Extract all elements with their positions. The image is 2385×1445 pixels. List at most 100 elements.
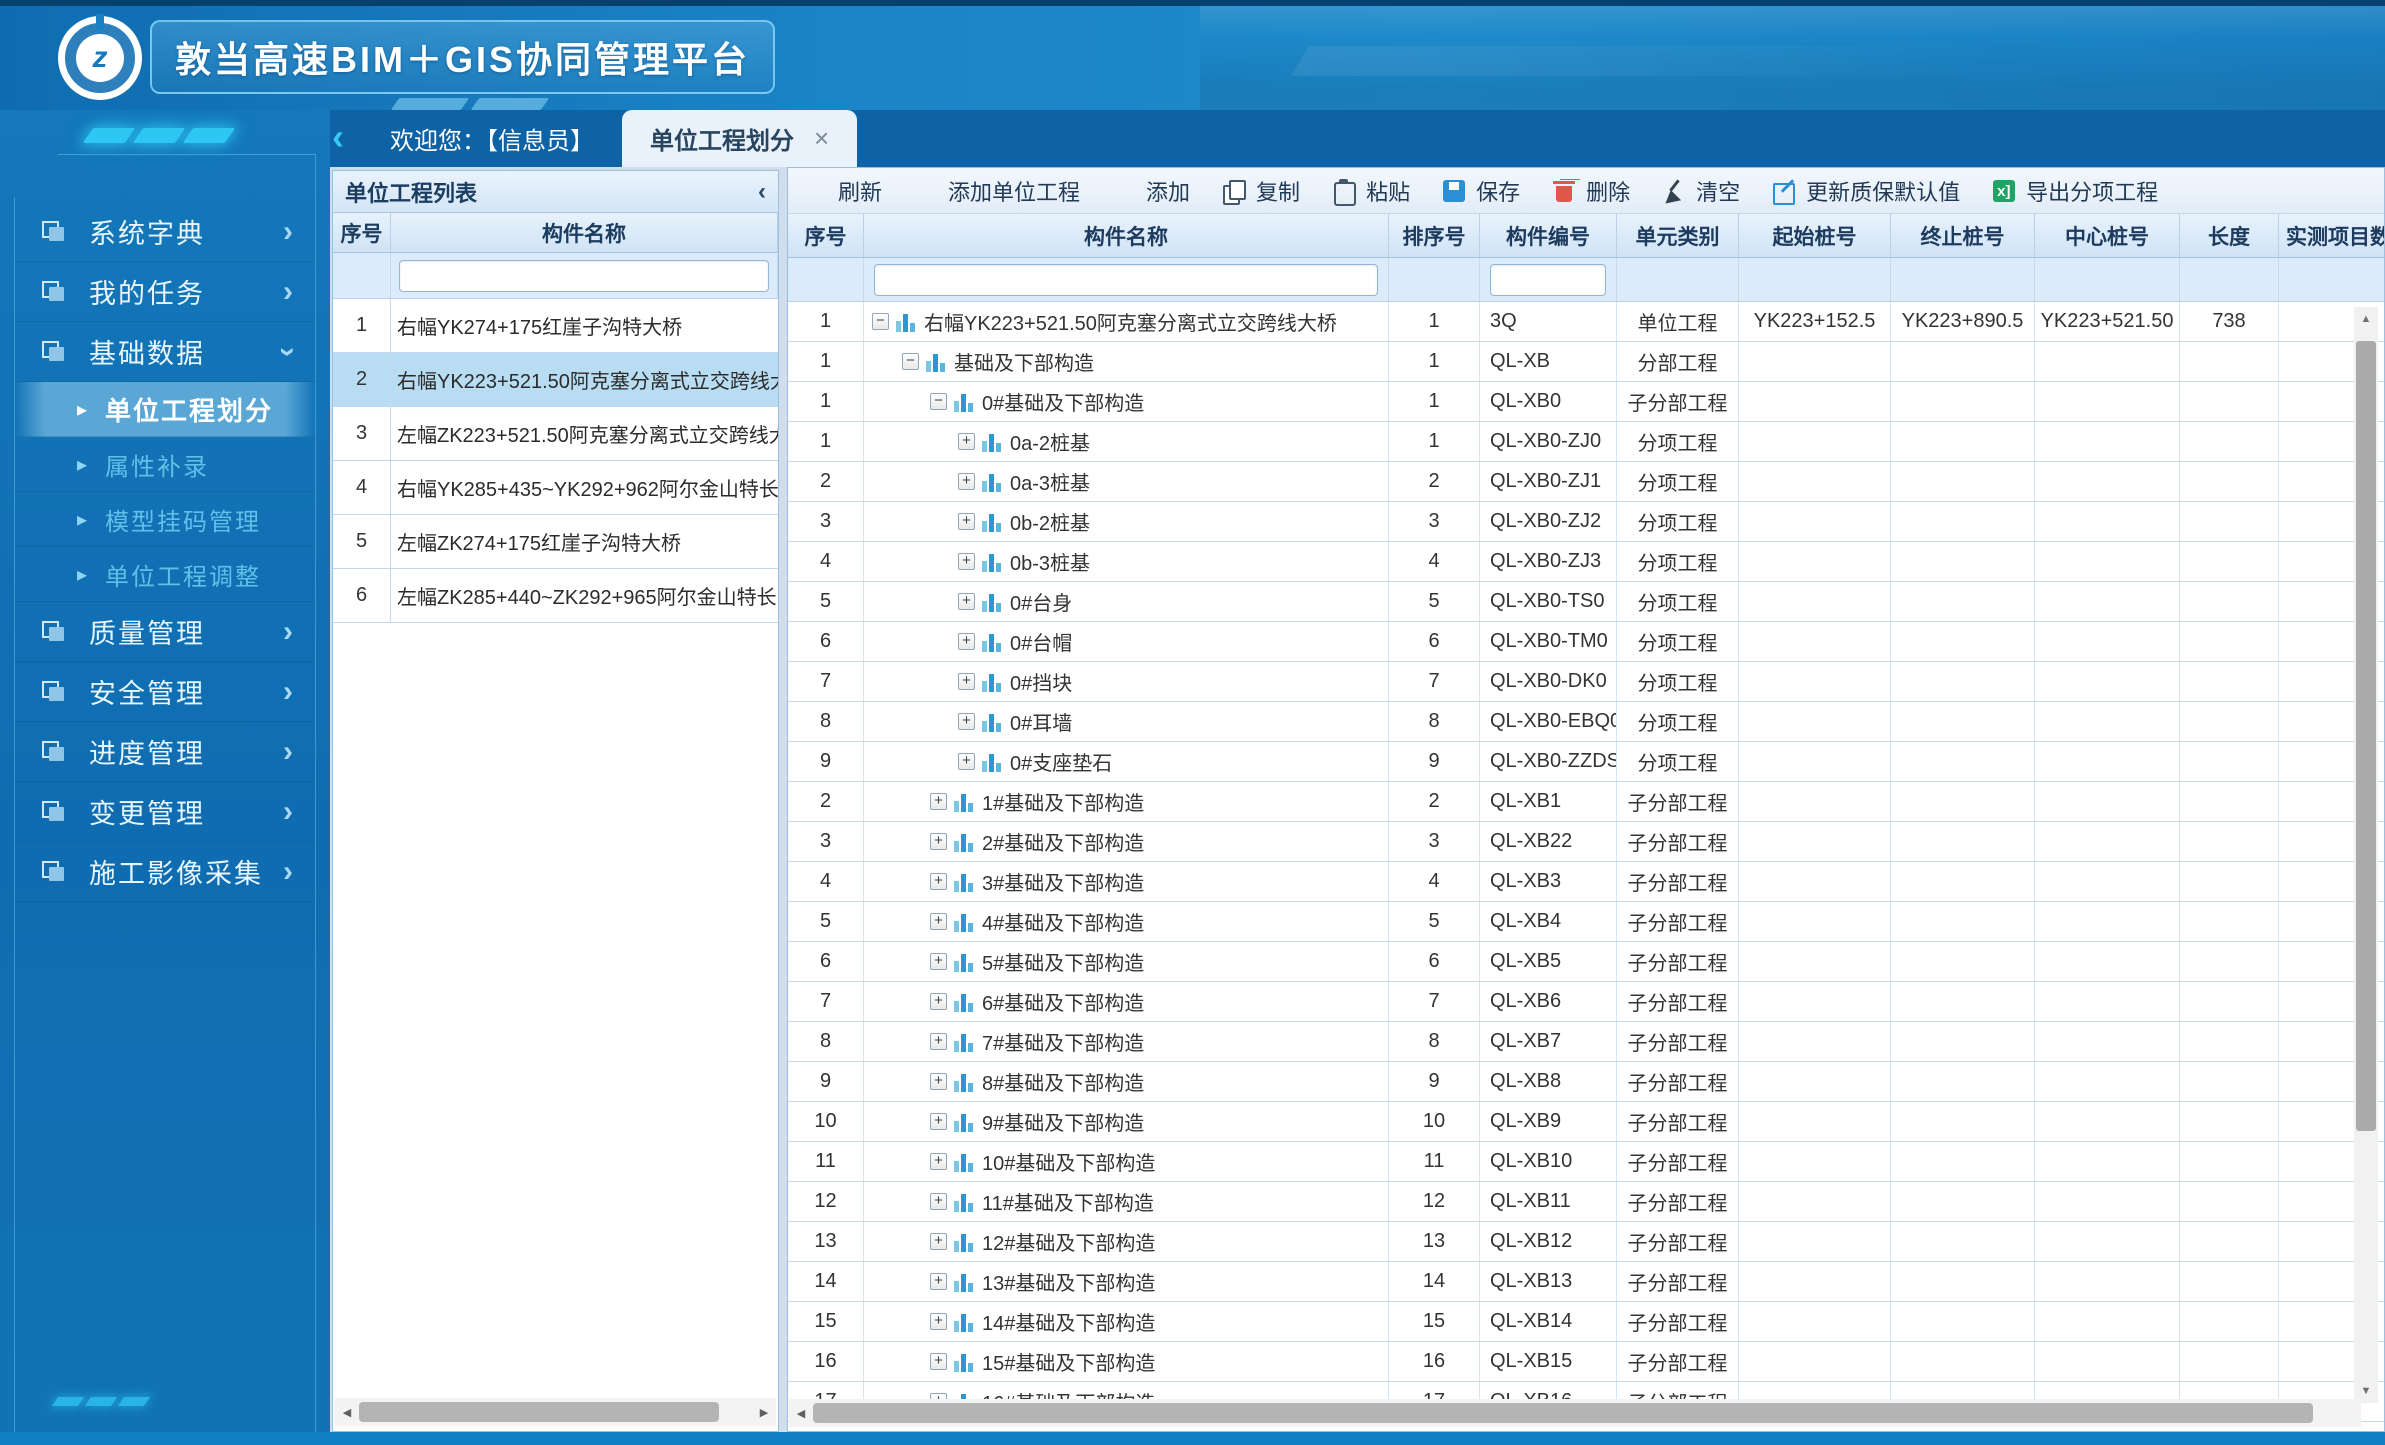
expand-toggle-icon[interactable] <box>958 753 975 770</box>
table-row[interactable]: 14 13#基础及下部构造 14 QL-XB13 子分部工程 <box>788 1262 2384 1302</box>
expand-toggle-icon[interactable] <box>958 553 975 570</box>
table-row[interactable]: 11 10#基础及下部构造 11 QL-XB10 子分部工程 <box>788 1142 2384 1182</box>
table-horizontal-scrollbar[interactable]: ◀ <box>789 1399 2361 1427</box>
expand-toggle-icon[interactable] <box>958 473 975 490</box>
tab[interactable]: 欢迎您：【信息员】 × <box>362 110 622 167</box>
tab[interactable]: 单位工程划分 × <box>622 110 857 167</box>
unit-project-row[interactable]: 6 左幅ZK285+440~ZK292+965阿尔金山特长隧道 <box>333 569 778 623</box>
unit-project-row[interactable]: 5 左幅ZK274+175红崖子沟特大桥 <box>333 515 778 569</box>
expand-toggle-icon[interactable] <box>958 633 975 650</box>
table-row[interactable]: 6 5#基础及下部构造 6 QL-XB5 子分部工程 <box>788 942 2384 982</box>
sidebar-item[interactable]: ▸ 施工影像采集 › <box>15 842 315 902</box>
component-name-filter-input[interactable] <box>874 264 1378 296</box>
sidebar-item[interactable]: ▸ 模型挂码管理 › <box>15 492 315 547</box>
toolbar-button[interactable]: 删除 <box>1550 175 1630 207</box>
table-row[interactable]: 1 0a-2桩基 1 QL-XB0-ZJ0 分项工程 <box>788 422 2384 462</box>
expand-toggle-icon[interactable] <box>930 1033 947 1050</box>
expand-toggle-icon[interactable] <box>930 1073 947 1090</box>
expand-toggle-icon[interactable] <box>930 953 947 970</box>
unit-project-row[interactable]: 1 右幅YK274+175红崖子沟特大桥 <box>333 299 778 353</box>
sidebar-item[interactable]: ▸ 单位工程划分 › <box>15 382 315 437</box>
table-row[interactable]: 7 6#基础及下部构造 7 QL-XB6 子分部工程 <box>788 982 2384 1022</box>
table-row[interactable]: 2 1#基础及下部构造 2 QL-XB1 子分部工程 <box>788 782 2384 822</box>
table-row[interactable]: 5 0#台身 5 QL-XB0-TS0 分项工程 <box>788 582 2384 622</box>
scroll-left-icon[interactable]: ◀ <box>335 1398 359 1426</box>
toolbar-button[interactable]: 保存 <box>1440 175 1520 207</box>
scrollbar-thumb[interactable] <box>813 1403 2313 1423</box>
tab-close-icon[interactable]: × <box>814 123 829 154</box>
toolbar-button[interactable]: 更新质保默认值 <box>1770 175 1960 207</box>
sidebar-item[interactable]: ▸ 单位工程调整 › <box>15 547 315 602</box>
sidebar-item[interactable]: ▸ 安全管理 › <box>15 662 315 722</box>
scrollbar-thumb[interactable] <box>2356 341 2376 1131</box>
table-row[interactable]: 5 4#基础及下部构造 5 QL-XB4 子分部工程 <box>788 902 2384 942</box>
sidebar-item[interactable]: ▸ 质量管理 › <box>15 602 315 662</box>
table-row[interactable]: 15 14#基础及下部构造 15 QL-XB14 子分部工程 <box>788 1302 2384 1342</box>
toolbar-button[interactable]: 添加单位工程 <box>912 175 1080 207</box>
toolbar-button[interactable]: 导出分项工程 <box>1990 175 2158 207</box>
expand-toggle-icon[interactable] <box>930 993 947 1010</box>
table-row[interactable]: 3 2#基础及下部构造 3 QL-XB22 子分部工程 <box>788 822 2384 862</box>
sidebar-item[interactable]: ▸ 属性补录 › <box>15 437 315 492</box>
unit-project-row[interactable]: 3 左幅ZK223+521.50阿克塞分离式立交跨线大桥 <box>333 407 778 461</box>
sidebar-item[interactable]: ▸ 系统字典 › <box>15 202 315 262</box>
unit-project-row[interactable]: 4 右幅YK285+435~YK292+962阿尔金山特长隧道 <box>333 461 778 515</box>
expand-toggle-icon[interactable] <box>930 1273 947 1290</box>
panel-collapse-icon[interactable]: ‹ <box>758 180 766 204</box>
expand-toggle-icon[interactable] <box>930 833 947 850</box>
expand-toggle-icon[interactable] <box>958 673 975 690</box>
expand-toggle-icon[interactable] <box>930 873 947 890</box>
table-row[interactable]: 7 0#挡块 7 QL-XB0-DK0 分项工程 <box>788 662 2384 702</box>
table-row[interactable]: 1 0#基础及下部构造 1 QL-XB0 子分部工程 <box>788 382 2384 422</box>
scroll-right-icon[interactable]: ▶ <box>752 1398 776 1426</box>
scrollbar-thumb[interactable] <box>359 1402 719 1422</box>
sidebar-item[interactable]: ▸ 基础数据 › <box>15 322 315 382</box>
sidebar-item[interactable]: ▸ 变更管理 › <box>15 782 315 842</box>
table-row[interactable]: 10 9#基础及下部构造 10 QL-XB9 子分部工程 <box>788 1102 2384 1142</box>
expand-toggle-icon[interactable] <box>872 313 889 330</box>
toolbar-button[interactable]: 添加 <box>1110 175 1190 207</box>
table-row[interactable]: 8 0#耳墙 8 QL-XB0-EBQ0 分项工程 <box>788 702 2384 742</box>
table-row[interactable]: 16 15#基础及下部构造 16 QL-XB15 子分部工程 <box>788 1342 2384 1382</box>
scroll-up-icon[interactable]: ▲ <box>2354 307 2378 331</box>
expand-toggle-icon[interactable] <box>930 793 947 810</box>
expand-toggle-icon[interactable] <box>930 393 947 410</box>
toolbar-button[interactable]: 清空 <box>1660 175 1740 207</box>
table-row[interactable]: 3 0b-2桩基 3 QL-XB0-ZJ2 分项工程 <box>788 502 2384 542</box>
expand-toggle-icon[interactable] <box>958 593 975 610</box>
toolbar-button[interactable]: 复制 <box>1220 175 1300 207</box>
expand-toggle-icon[interactable] <box>958 433 975 450</box>
expand-toggle-icon[interactable] <box>930 1193 947 1210</box>
table-row[interactable]: 9 0#支座垫石 9 QL-XB0-ZZDS0 分项工程 <box>788 742 2384 782</box>
sidebar-item[interactable]: ▸ 我的任务 › <box>15 262 315 322</box>
tabs-back-chevron-icon[interactable]: ‹ <box>332 119 344 155</box>
table-row[interactable]: 12 11#基础及下部构造 12 QL-XB11 子分部工程 <box>788 1182 2384 1222</box>
table-row[interactable]: 8 7#基础及下部构造 8 QL-XB7 子分部工程 <box>788 1022 2384 1062</box>
table-row[interactable]: 4 3#基础及下部构造 4 QL-XB3 子分部工程 <box>788 862 2384 902</box>
toolbar-button[interactable]: 刷新 <box>802 175 882 207</box>
table-row[interactable]: 2 0a-3桩基 2 QL-XB0-ZJ1 分项工程 <box>788 462 2384 502</box>
expand-toggle-icon[interactable] <box>930 913 947 930</box>
expand-toggle-icon[interactable] <box>930 1353 947 1370</box>
table-row[interactable]: 13 12#基础及下部构造 13 QL-XB12 子分部工程 <box>788 1222 2384 1262</box>
name-filter-input[interactable] <box>399 260 769 292</box>
scroll-left-icon[interactable]: ◀ <box>789 1399 813 1427</box>
left-panel-horizontal-scrollbar[interactable]: ◀ ▶ <box>335 1398 776 1426</box>
table-row[interactable]: 1 基础及下部构造 1 QL-XB 分部工程 <box>788 342 2384 382</box>
toolbar-button[interactable]: 粘贴 <box>1330 175 1410 207</box>
expand-toggle-icon[interactable] <box>930 1233 947 1250</box>
unit-project-row[interactable]: 2 右幅YK223+521.50阿克塞分离式立交跨线大桥 <box>333 353 778 407</box>
expand-toggle-icon[interactable] <box>958 713 975 730</box>
table-row[interactable]: 9 8#基础及下部构造 9 QL-XB8 子分部工程 <box>788 1062 2384 1102</box>
expand-toggle-icon[interactable] <box>902 353 919 370</box>
table-vertical-scrollbar[interactable]: ▲ ▼ <box>2354 307 2378 1403</box>
expand-toggle-icon[interactable] <box>930 1153 947 1170</box>
table-row[interactable]: 6 0#台帽 6 QL-XB0-TM0 分项工程 <box>788 622 2384 662</box>
table-row[interactable]: 1 右幅YK223+521.50阿克塞分离式立交跨线大桥 1 3Q 单位工程 Y… <box>788 302 2384 342</box>
expand-toggle-icon[interactable] <box>958 513 975 530</box>
expand-toggle-icon[interactable] <box>930 1313 947 1330</box>
component-code-filter-input[interactable] <box>1490 264 1606 296</box>
sidebar-item[interactable]: ▸ 进度管理 › <box>15 722 315 782</box>
expand-toggle-icon[interactable] <box>930 1113 947 1130</box>
table-row[interactable]: 4 0b-3桩基 4 QL-XB0-ZJ3 分项工程 <box>788 542 2384 582</box>
